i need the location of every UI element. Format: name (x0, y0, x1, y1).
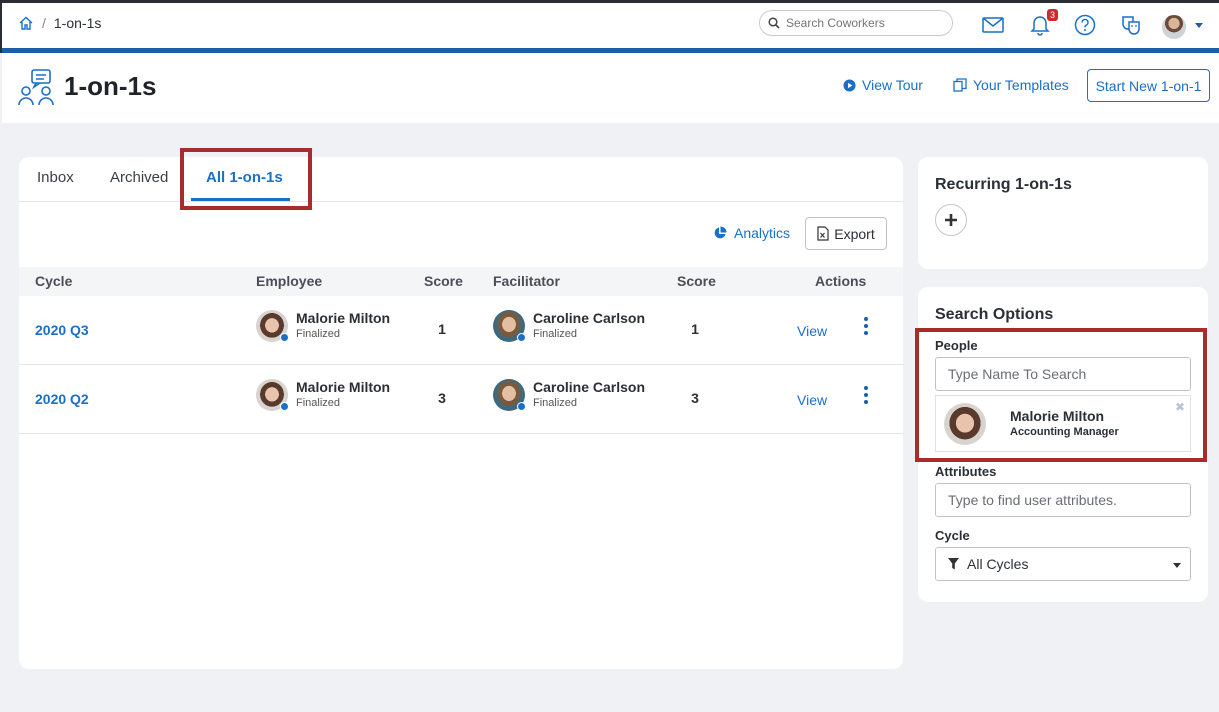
page-title: 1-on-1s (64, 71, 157, 101)
facilitator-status: Finalized (533, 397, 578, 409)
page-header: 1-on-1s View Tour Your Templates Start N… (2, 53, 1219, 123)
chevron-down-icon (1173, 563, 1181, 568)
cycle-label: Cycle (935, 528, 970, 543)
column-header-employee-score[interactable]: Score (424, 273, 463, 289)
avatar (256, 310, 289, 342)
facilitator-status: Finalized (533, 328, 578, 340)
more-options-icon[interactable] (863, 386, 869, 404)
masks-icon[interactable] (1119, 13, 1143, 37)
breadcrumb-separator: / (42, 15, 46, 31)
search-icon (768, 17, 780, 29)
employee-score: 3 (438, 390, 446, 406)
view-tour-link[interactable]: View Tour (843, 77, 923, 93)
employee-cell[interactable]: Malorie Milton Finalized (256, 379, 390, 411)
table-row: 2020 Q2 Malorie Milton Finalized 3 Carol… (19, 365, 903, 434)
excel-file-icon (817, 226, 829, 241)
employee-cell[interactable]: Malorie Milton Finalized (256, 310, 390, 342)
facilitator-score: 3 (691, 390, 699, 406)
column-header-employee[interactable]: Employee (256, 273, 322, 289)
status-dot (517, 402, 526, 411)
search-options-title: Search Options (935, 306, 1054, 323)
tab-bar: Inbox Archived All 1-on-1s (19, 148, 903, 210)
export-label: Export (834, 225, 875, 242)
one-on-ones-list-card: Inbox Archived All 1-on-1s Analytics Exp… (19, 148, 903, 669)
status-dot (280, 402, 289, 411)
employee-name: Malorie Milton (296, 310, 391, 326)
facilitator-score: 1 (691, 321, 699, 337)
recurring-card: Recurring 1-on-1s (918, 157, 1208, 269)
one-on-one-icon (18, 69, 54, 106)
cycle-link[interactable]: 2020 Q2 (35, 391, 89, 407)
chevron-down-icon[interactable] (1195, 23, 1203, 28)
tab-archived[interactable]: Archived (110, 169, 168, 186)
table-row: 2020 Q3 Malorie Milton Finalized 1 Carol… (19, 296, 903, 365)
facilitator-name: Caroline Carlson (533, 310, 646, 326)
coworker-search[interactable] (759, 10, 953, 36)
start-new-one-on-one-button[interactable]: Start New 1-on-1 (1087, 69, 1210, 102)
export-button[interactable]: Export (805, 217, 887, 250)
column-header-cycle[interactable]: Cycle (35, 273, 72, 289)
column-header-facilitator[interactable]: Facilitator (493, 273, 560, 289)
top-bar: / 1-on-1s 3 (0, 0, 1219, 56)
view-tour-label: View Tour (862, 77, 923, 93)
facilitator-cell[interactable]: Caroline Carlson Finalized (493, 310, 645, 342)
play-circle-icon (843, 78, 856, 92)
status-dot (280, 333, 289, 342)
notifications-bell-icon[interactable]: 3 (1028, 9, 1058, 37)
column-header-actions: Actions (815, 273, 867, 289)
employee-score: 1 (438, 321, 446, 337)
recurring-title: Recurring 1-on-1s (935, 176, 1072, 193)
your-templates-label: Your Templates (973, 77, 1069, 93)
avatar (493, 379, 526, 411)
employee-name: Malorie Milton (296, 379, 391, 395)
analytics-label: Analytics (734, 225, 791, 241)
employee-status: Finalized (296, 328, 341, 340)
facilitator-name: Caroline Carlson (533, 379, 646, 395)
view-link[interactable]: View (797, 392, 827, 408)
user-avatar[interactable] (1162, 15, 1186, 39)
mail-icon[interactable] (981, 13, 1005, 37)
column-header-facilitator-score[interactable]: Score (677, 273, 716, 289)
search-options-card: Search Options People Malorie Milton Acc… (915, 287, 1208, 602)
notification-badge: 3 (1046, 9, 1058, 21)
avatar (493, 310, 526, 342)
your-templates-link[interactable]: Your Templates (953, 77, 1069, 93)
filter-icon (948, 558, 959, 570)
breadcrumb: / 1-on-1s (18, 15, 101, 31)
cycle-select[interactable]: All Cycles (935, 547, 1191, 581)
pie-chart-icon (714, 226, 727, 239)
facilitator-cell[interactable]: Caroline Carlson Finalized (493, 379, 645, 411)
status-dot (517, 333, 526, 342)
annotation-highlight-box (180, 148, 312, 210)
help-icon[interactable] (1073, 13, 1097, 37)
table-header: Cycle Employee Score Facilitator Score A… (19, 267, 903, 296)
add-recurring-button[interactable] (935, 204, 967, 236)
plus-icon (945, 214, 957, 226)
tab-inbox[interactable]: Inbox (37, 169, 74, 186)
annotation-highlight-box (915, 328, 1207, 462)
analytics-link[interactable]: Analytics (713, 225, 790, 241)
attributes-search-input[interactable] (935, 483, 1191, 517)
attributes-label: Attributes (935, 464, 997, 479)
cycle-select-value: All Cycles (967, 556, 1029, 572)
breadcrumb-current: 1-on-1s (53, 15, 102, 31)
copy-icon (953, 78, 967, 92)
cycle-link[interactable]: 2020 Q3 (35, 322, 89, 338)
search-input[interactable] (786, 16, 936, 30)
more-options-icon[interactable] (863, 317, 869, 335)
avatar (256, 379, 289, 411)
employee-status: Finalized (296, 397, 341, 409)
view-link[interactable]: View (797, 323, 827, 339)
home-icon[interactable] (18, 15, 34, 31)
